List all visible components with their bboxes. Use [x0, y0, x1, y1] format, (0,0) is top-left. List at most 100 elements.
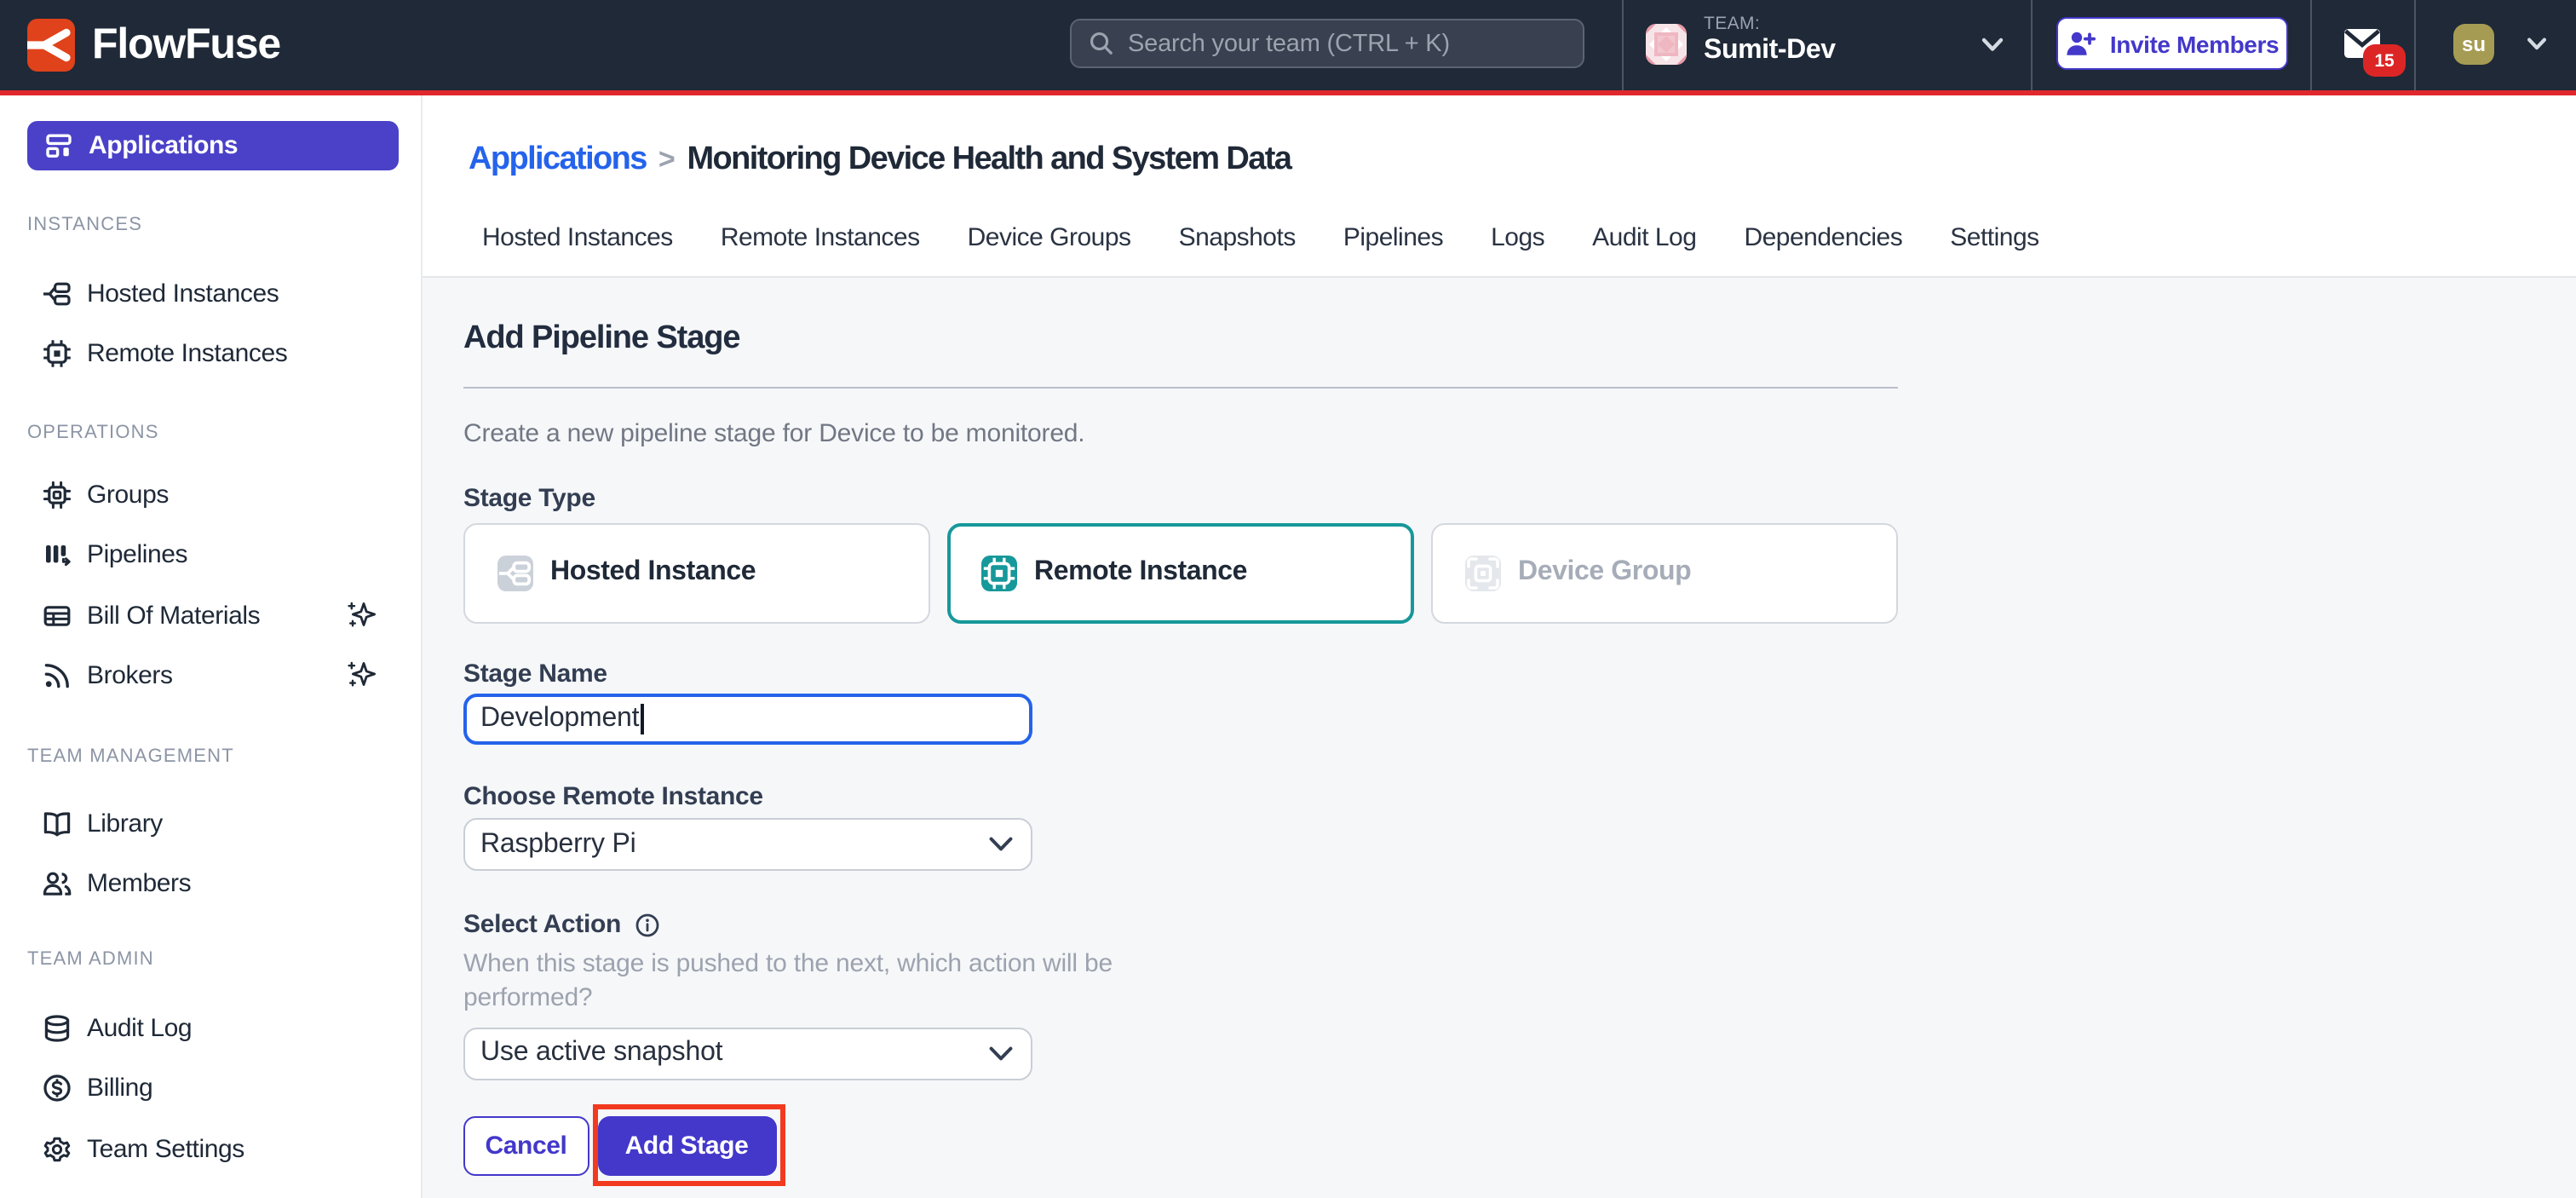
page-header: Applications > Monitoring Device Health …: [423, 95, 2576, 277]
tab-device-groups[interactable]: Device Groups: [968, 222, 1131, 254]
stage-name-label: Stage Name: [463, 659, 607, 689]
team-name: Sumit-Dev: [1704, 36, 1836, 66]
sidebar-item-hosted-instances[interactable]: Hosted Instances: [0, 264, 421, 325]
team-search[interactable]: [1070, 19, 1584, 68]
form-title: Add Pipeline Stage: [463, 320, 739, 357]
sidebar-item-label: Groups: [87, 481, 169, 510]
sidebar-item-label: Library: [87, 809, 163, 838]
breadcrumb: Applications > Monitoring Device Health …: [469, 140, 1291, 181]
team-chevron-down-icon[interactable]: [1981, 37, 2004, 53]
sidebar-item-label: Pipelines: [87, 540, 187, 569]
sidebar-item-groups[interactable]: Groups: [0, 464, 421, 525]
nav-divider: [2310, 0, 2312, 90]
bill-of-materials-icon: [43, 601, 72, 630]
tab-logs[interactable]: Logs: [1491, 222, 1544, 254]
stage-type-hosted-instance[interactable]: Hosted Instance: [463, 523, 929, 623]
nav-divider: [1622, 0, 1624, 90]
sidebar-section-title: TEAM ADMIN: [27, 949, 154, 970]
tab-dependencies[interactable]: Dependencies: [1744, 222, 1902, 254]
info-icon[interactable]: [635, 913, 658, 936]
sparkles-icon: [346, 660, 377, 691]
nav-divider: [2031, 0, 2033, 90]
sidebar-section-title: OPERATIONS: [27, 422, 159, 442]
tab-pipelines[interactable]: Pipelines: [1343, 222, 1443, 254]
team-settings-icon: [43, 1134, 72, 1163]
breadcrumb-applications-link[interactable]: Applications: [469, 140, 647, 181]
stage-name-input[interactable]: Development: [463, 693, 1032, 744]
tab-snapshots[interactable]: Snapshots: [1179, 222, 1296, 254]
sidebar-item-label: Applications: [89, 131, 238, 160]
page-title: Monitoring Device Health and System Data: [687, 140, 1291, 181]
sidebar-item-pipelines[interactable]: Pipelines: [0, 525, 421, 585]
sidebar-section-title: INSTANCES: [27, 214, 142, 234]
sidebar-item-library[interactable]: Library: [0, 794, 421, 855]
form-divider: [463, 387, 1898, 389]
sidebar-item-label: Members: [87, 870, 191, 899]
text-cursor: [641, 703, 643, 734]
sparkles-icon: [346, 600, 377, 631]
sidebar-item-bill-of-materials[interactable]: Bill Of Materials: [0, 585, 421, 646]
action-select[interactable]: Use active snapshot: [463, 1027, 1032, 1080]
sidebar-item-billing[interactable]: Billing: [0, 1058, 421, 1119]
tab-audit-log[interactable]: Audit Log: [1592, 222, 1696, 254]
remote-instance-icon: [981, 556, 1017, 591]
select-action-label: Select Action: [463, 909, 621, 940]
pipelines-icon: [43, 540, 72, 569]
library-icon: [43, 809, 72, 838]
search-input[interactable]: [1128, 30, 1537, 57]
sidebar-section-title: TEAM MANAGEMENT: [27, 746, 234, 767]
remote-instance-select[interactable]: Raspberry Pi: [463, 818, 1032, 871]
main-content: Applications > Monitoring Device Health …: [423, 95, 2576, 1198]
sidebar-item-remote-instances[interactable]: Remote Instances: [0, 325, 421, 385]
brand-logo[interactable]: FlowFuse: [27, 0, 280, 90]
stage-type-option-label: Hosted Instance: [550, 558, 756, 589]
choose-remote-instance-label: Choose Remote Instance: [463, 782, 763, 813]
sidebar: Applications INSTANCES Hosted Instances …: [0, 95, 423, 1198]
team-label: TEAM:: [1704, 14, 1760, 34]
flowfuse-app: FlowFuse TEAM: Sumit-Dev Invite Members: [0, 0, 2576, 1198]
select-chevron-down-icon: [988, 1045, 1014, 1061]
sidebar-item-label: Hosted Instances: [87, 279, 279, 308]
user-plus-icon: [2066, 31, 2096, 56]
tab-hosted-instances[interactable]: Hosted Instances: [482, 222, 673, 254]
annotation-highlight-box: [592, 1104, 785, 1185]
sidebar-item-audit-log[interactable]: Audit Log: [0, 999, 421, 1059]
brand-name: FlowFuse: [92, 20, 280, 70]
remote-instances-icon: [43, 340, 72, 369]
stage-type-device-group: Device Group: [1431, 523, 1897, 623]
action-value: Use active snapshot: [480, 1038, 722, 1068]
device-group-icon: [1465, 556, 1501, 591]
stage-type-option-label: Remote Instance: [1034, 558, 1247, 589]
user-chevron-down-icon[interactable]: [2527, 37, 2547, 51]
cancel-button[interactable]: Cancel: [463, 1116, 589, 1175]
stage-type-option-label: Device Group: [1518, 558, 1691, 589]
sidebar-item-brokers[interactable]: Brokers: [0, 645, 421, 706]
applications-icon: [44, 131, 73, 160]
hosted-instances-icon: [43, 279, 72, 308]
stage-type-label: Stage Type: [463, 484, 595, 515]
stage-type-options: Hosted Instance Remote Instance Device G…: [463, 523, 1897, 623]
stage-name-value: Development: [480, 703, 639, 734]
nav-divider: [2414, 0, 2416, 90]
sidebar-item-applications[interactable]: Applications: [27, 121, 399, 170]
search-icon: [1089, 31, 1114, 56]
tab-settings[interactable]: Settings: [1950, 222, 2038, 254]
invite-members-button[interactable]: Invite Members: [2056, 17, 2288, 70]
team-avatar[interactable]: [1646, 24, 1687, 65]
brokers-icon: [43, 661, 72, 690]
tab-remote-instances[interactable]: Remote Instances: [721, 222, 920, 254]
audit-log-icon: [43, 1014, 72, 1043]
sidebar-item-label: Team Settings: [87, 1134, 244, 1163]
sidebar-item-label: Billing: [87, 1074, 152, 1103]
billing-icon: [43, 1074, 72, 1103]
sidebar-item-label: Brokers: [87, 661, 173, 690]
hosted-instance-icon: [497, 556, 533, 591]
invite-members-label: Invite Members: [2110, 30, 2279, 57]
user-avatar[interactable]: su: [2453, 24, 2494, 65]
groups-icon: [43, 481, 72, 510]
breadcrumb-separator: >: [658, 140, 676, 181]
sidebar-item-label: Bill Of Materials: [87, 601, 260, 630]
sidebar-item-members[interactable]: Members: [0, 854, 421, 914]
sidebar-item-team-settings[interactable]: Team Settings: [0, 1119, 421, 1179]
stage-type-remote-instance[interactable]: Remote Instance: [947, 523, 1413, 623]
